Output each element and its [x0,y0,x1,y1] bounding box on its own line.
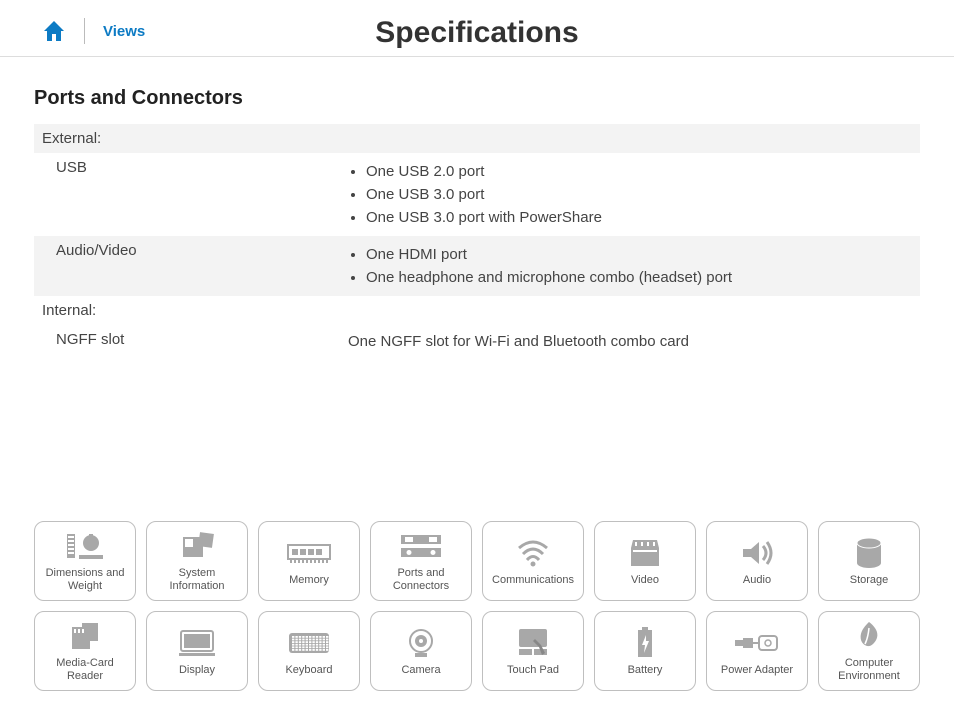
nav-tile-camera[interactable]: Camera [370,611,472,691]
spec-row-value: One NGFF slot for Wi-Fi and Bluetooth co… [348,331,916,352]
camera-icon [405,626,437,660]
nav-tile-label: Audio [739,574,775,587]
comm-icon [515,536,551,570]
nav-tile-ports[interactable]: Ports and Connectors [370,521,472,601]
spec-row-label: Audio/Video [38,242,348,290]
nav-tile-video[interactable]: Video [594,521,696,601]
poweradapter-icon [733,626,781,660]
nav-tile-label: Camera [397,664,444,677]
spec-table: External:USBOne USB 2.0 portOne USB 3.0 … [34,124,920,358]
nav-tile-environment[interactable]: Computer Environment [818,611,920,691]
group-heading: Internal: [34,296,920,325]
spec-row: Audio/VideoOne HDMI portOne headphone an… [34,236,920,296]
group-heading-label: Internal: [38,302,348,319]
spec-row: NGFF slotOne NGFF slot for Wi-Fi and Blu… [34,325,920,358]
memory-icon [286,536,332,570]
touchpad-icon [515,626,551,660]
home-icon[interactable] [42,20,66,42]
spec-row-value: One USB 2.0 portOne USB 3.0 portOne USB … [348,159,916,230]
spec-item: One USB 3.0 port [366,184,916,205]
nav-tile-mediacard[interactable]: Media-Card Reader [34,611,136,691]
nav-tile-comm[interactable]: Communications [482,521,584,601]
nav-tile-keyboard[interactable]: Keyboard [258,611,360,691]
spec-row-value: One HDMI portOne headphone and microphon… [348,242,916,290]
section-title: Ports and Connectors [34,87,920,110]
nav-tile-memory[interactable]: Memory [258,521,360,601]
nav-tile-label: Ports and Connectors [371,567,471,592]
nav-tile-label: Memory [285,574,333,587]
nav-tile-label: Computer Environment [819,657,919,682]
mediacard-icon [68,619,102,653]
spec-item: One HDMI port [366,244,916,265]
group-heading: External: [34,124,920,153]
spec-row-label: NGFF slot [38,331,348,352]
battery-icon [635,626,655,660]
keyboard-icon [287,626,331,660]
spec-item: One NGFF slot for Wi-Fi and Bluetooth co… [348,331,916,352]
nav-tile-label: Keyboard [281,664,336,677]
ports-icon [399,529,443,563]
dimensions-icon [65,529,105,563]
spec-item: One headphone and microphone combo (head… [366,267,916,288]
audio-icon [739,536,775,570]
nav-tile-label: Communications [488,574,578,587]
nav-tile-label: Battery [624,664,667,677]
nav-tile-label: Video [627,574,663,587]
nav-tile-label: Touch Pad [503,664,563,677]
nav-tile-label: Dimensions and Weight [35,567,135,592]
nav-tile-poweradapter[interactable]: Power Adapter [706,611,808,691]
spec-item: One USB 2.0 port [366,161,916,182]
nav-tile-battery[interactable]: Battery [594,611,696,691]
nav-tile-sysinfo[interactable]: System Information [146,521,248,601]
nav-tile-label: Storage [846,574,893,587]
nav-tile-dimensions[interactable]: Dimensions and Weight [34,521,136,601]
spec-row-label: USB [38,159,348,230]
spec-row: USBOne USB 2.0 portOne USB 3.0 portOne U… [34,153,920,236]
bottom-nav: Dimensions and Weight System Information… [0,521,954,701]
environment-icon [855,619,883,653]
nav-tile-audio[interactable]: Audio [706,521,808,601]
nav-tile-label: Power Adapter [717,664,797,677]
sysinfo-icon [177,529,217,563]
nav-tile-touchpad[interactable]: Touch Pad [482,611,584,691]
group-heading-label: External: [38,130,348,147]
nav-tile-display[interactable]: Display [146,611,248,691]
nav-tile-label: Display [175,664,219,677]
nav-tile-label: System Information [147,567,247,592]
display-icon [177,626,217,660]
nav-tile-storage[interactable]: Storage [818,521,920,601]
storage-icon [855,536,883,570]
nav-tile-label: Media-Card Reader [35,657,135,682]
header-divider [84,18,85,44]
spec-item: One USB 3.0 port with PowerShare [366,207,916,228]
video-icon [627,536,663,570]
views-link[interactable]: Views [103,23,145,40]
